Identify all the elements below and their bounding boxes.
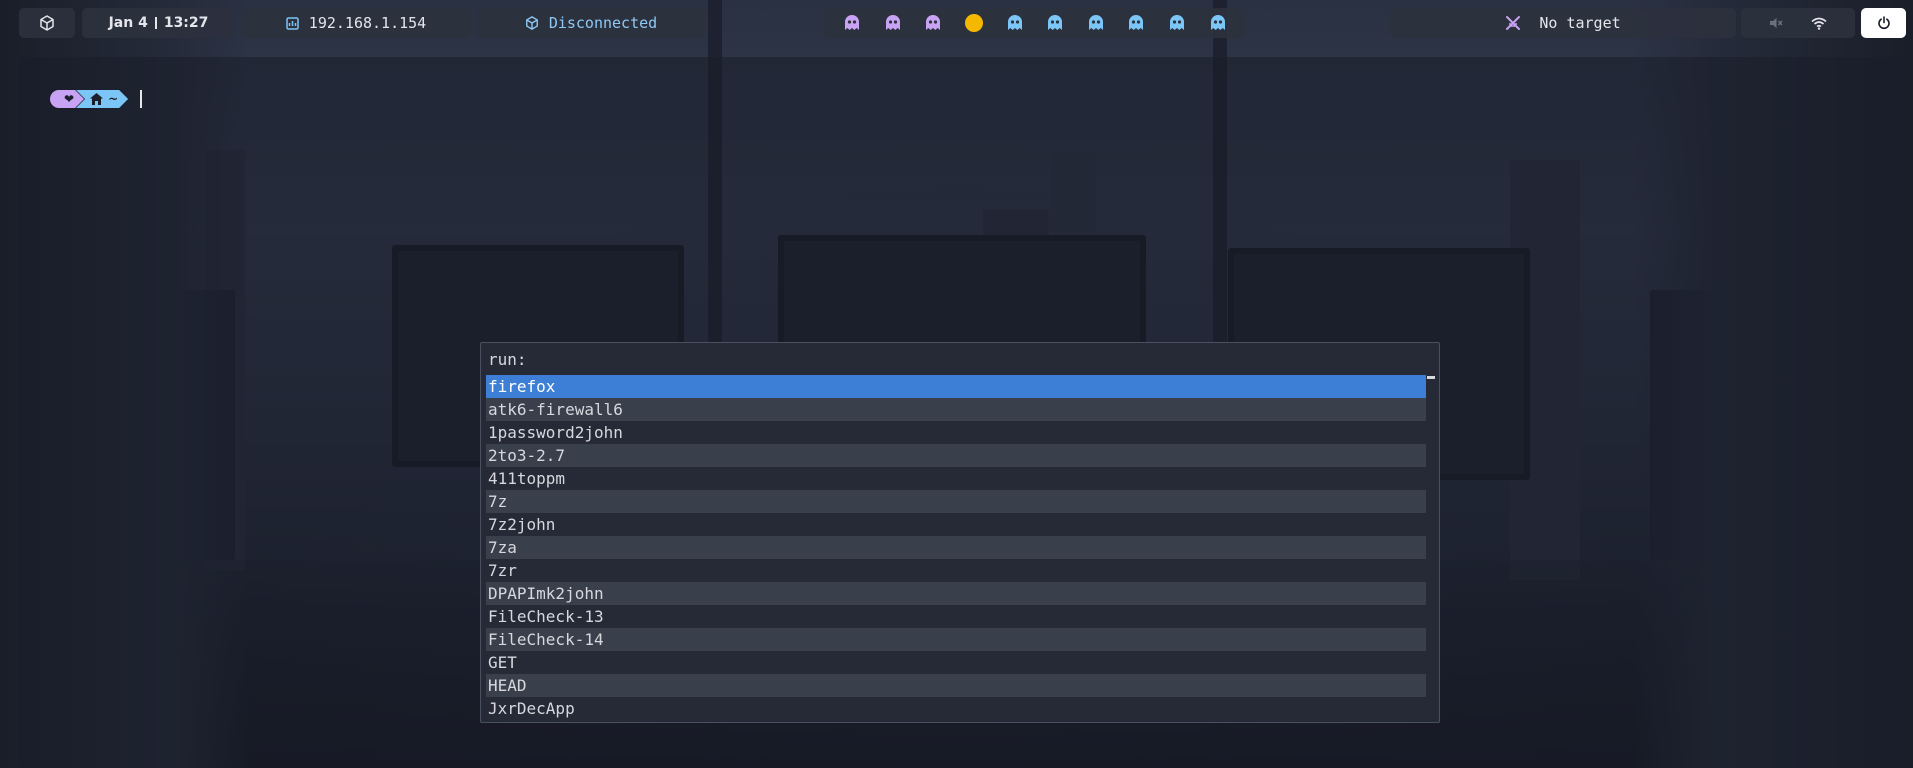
- workspace-switcher: [824, 8, 1246, 38]
- list-item[interactable]: FileCheck-14: [486, 628, 1426, 651]
- vpn-cube-icon: [525, 16, 539, 30]
- text-cursor: [140, 90, 143, 108]
- list-item[interactable]: 1password2john: [486, 421, 1426, 444]
- workspace-active-dot-icon[interactable]: [965, 14, 984, 32]
- list-item[interactable]: 2to3-2.7: [486, 444, 1426, 467]
- network-card-icon: [286, 16, 299, 30]
- wifi-icon[interactable]: [1811, 17, 1827, 30]
- list-item[interactable]: 7zr: [486, 559, 1426, 582]
- list-item[interactable]: 411toppm: [486, 467, 1426, 490]
- vpn-widget[interactable]: Disconnected: [477, 8, 705, 38]
- list-item[interactable]: DPAPImk2john: [486, 582, 1426, 605]
- list-item[interactable]: GET: [486, 651, 1426, 674]
- ip-widget[interactable]: 192.168.1.154: [241, 8, 471, 38]
- scrollbar[interactable]: [1427, 376, 1435, 379]
- workspace-ghost-icon[interactable]: [1127, 14, 1145, 32]
- workspace-ghost-icon[interactable]: [1046, 14, 1064, 32]
- shell-prompt: ❤ ~: [50, 90, 143, 108]
- workspace-ghost-icon[interactable]: [884, 14, 902, 32]
- workspace-ghost-icon[interactable]: [1087, 14, 1105, 32]
- workspace-ghost-icon[interactable]: [1209, 14, 1227, 32]
- time-label: 13:27: [163, 15, 209, 31]
- list-item[interactable]: atk6-firewall6: [486, 398, 1426, 421]
- run-dialog: run: firefox atk6-firewall6 1password2john…: [480, 342, 1440, 723]
- date-label: Jan 4: [108, 15, 148, 31]
- target-widget[interactable]: No target: [1390, 8, 1736, 38]
- clock-widget[interactable]: Jan 4 13:27: [82, 8, 235, 38]
- system-tray: [1741, 8, 1855, 38]
- list-item[interactable]: JxrDecApp: [486, 697, 1426, 720]
- crossed-swords-icon: [1505, 15, 1521, 31]
- heart-icon: ❤: [64, 92, 75, 106]
- prompt-path: ~: [108, 92, 119, 106]
- list-item[interactable]: 7za: [486, 536, 1426, 559]
- launcher-button[interactable]: [19, 8, 75, 38]
- ip-address: 192.168.1.154: [308, 14, 427, 32]
- workspace-ghost-icon[interactable]: [843, 14, 861, 32]
- run-results-list: firefox atk6-firewall6 1password2john 2to3-…: [486, 375, 1426, 720]
- workspace-ghost-icon[interactable]: [1168, 14, 1186, 32]
- home-icon: [90, 93, 103, 105]
- vpn-status: Disconnected: [548, 14, 658, 32]
- target-label: No target: [1539, 14, 1621, 32]
- volume-muted-icon[interactable]: [1769, 16, 1783, 30]
- list-item[interactable]: firefox: [486, 375, 1426, 398]
- workspace-ghost-icon[interactable]: [1006, 14, 1024, 32]
- power-button[interactable]: [1861, 8, 1906, 38]
- list-item[interactable]: HEAD: [486, 674, 1426, 697]
- run-prompt-label[interactable]: run:: [488, 349, 527, 371]
- workspace-ghost-icon[interactable]: [924, 14, 942, 32]
- power-icon: [1877, 16, 1891, 30]
- cube-icon: [39, 15, 55, 31]
- clock-separator: [154, 17, 157, 29]
- list-item[interactable]: 7z2john: [486, 513, 1426, 536]
- list-item[interactable]: 7z: [486, 490, 1426, 513]
- list-item[interactable]: FileCheck-13: [486, 605, 1426, 628]
